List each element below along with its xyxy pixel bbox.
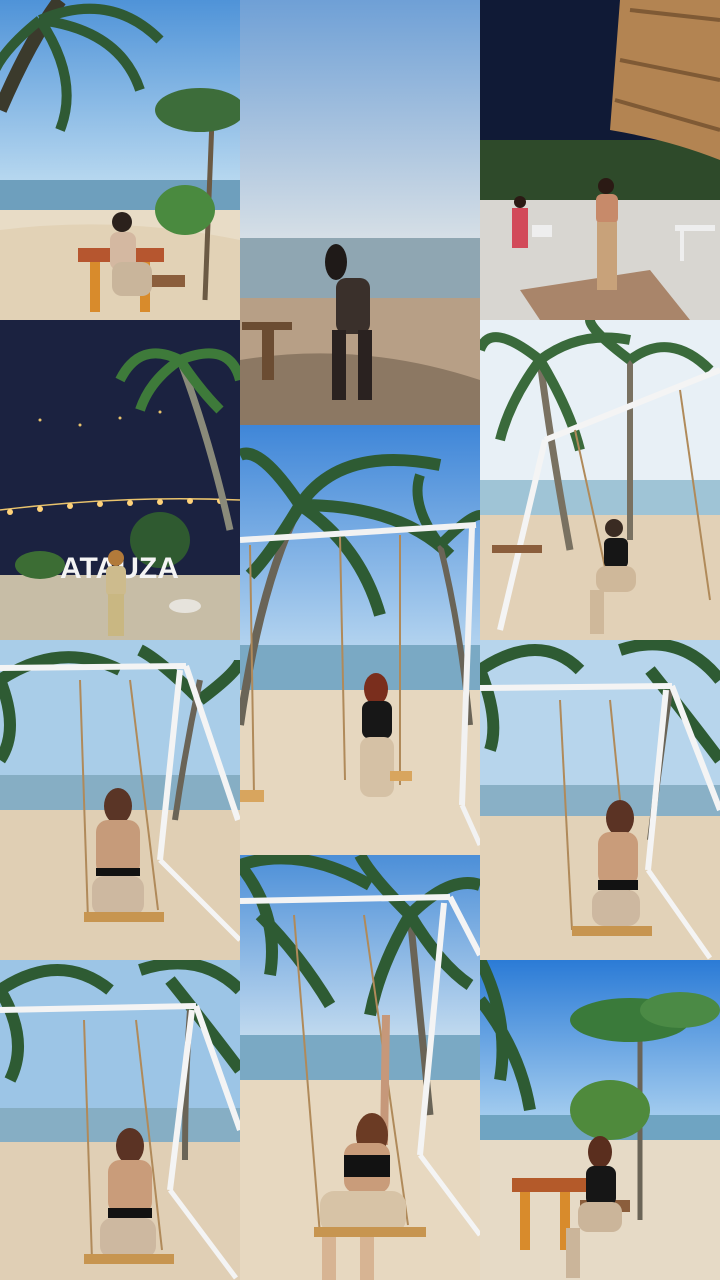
photo-night-patio-girl bbox=[480, 0, 720, 320]
photo-atauza-sign-night: ATAUZA bbox=[0, 320, 240, 640]
photo-swing-arm-raised bbox=[240, 855, 480, 1280]
photo-beach-table-girl bbox=[0, 0, 240, 320]
photo-shoreline-standing-girl bbox=[240, 0, 480, 425]
photo-swing-back-view-left bbox=[0, 640, 240, 960]
photo-swing-wide-empty bbox=[240, 425, 480, 855]
photo-beach-table-bottom-right bbox=[480, 960, 720, 1280]
photo-swing-back-view-bottom-left bbox=[0, 960, 240, 1280]
photo-swing-back-view-right bbox=[480, 640, 720, 960]
photo-swing-diagonal-sitting bbox=[480, 320, 720, 640]
